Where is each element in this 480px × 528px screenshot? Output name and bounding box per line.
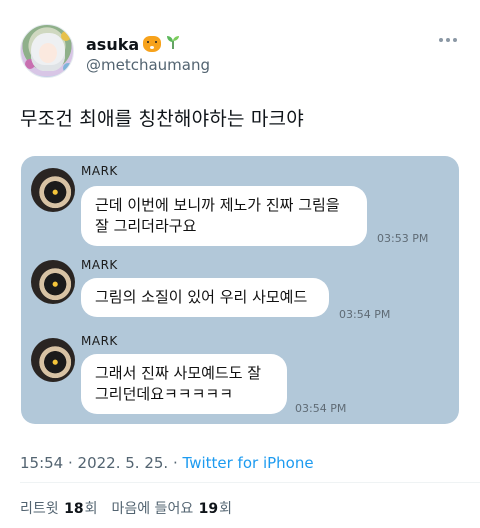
tweet-time[interactable]: 15:54 — [20, 454, 63, 472]
retweets-stat[interactable]: 리트윗 18회 — [20, 498, 97, 518]
message-time: 03:54 PM — [339, 308, 391, 321]
user-handle[interactable]: @metchaumang — [86, 56, 210, 74]
message-line: 그래서 진짜 사모예드도 잘 — [95, 364, 262, 382]
retweets-count: 18 — [64, 501, 84, 517]
message-line: 근데 이번에 보니까 제노가 진짜 그림을 — [95, 196, 340, 214]
avatar[interactable] — [20, 24, 74, 78]
divider — [20, 482, 480, 483]
more-options-icon[interactable] — [436, 32, 460, 48]
tweet-image[interactable]: MARK 근데 이번에 보니까 제노가 진짜 그림을 잘 그리더라구요 03:5… — [21, 156, 459, 424]
likes-unit: 회 — [219, 501, 233, 517]
sender-name: MARK — [81, 164, 118, 178]
message-bubble: 그래서 진짜 사모예드도 잘 그리던데요ㅋㅋㅋㅋㅋ — [81, 354, 287, 414]
tweet-source-link[interactable]: Twitter for iPhone — [183, 454, 314, 472]
likes-count: 19 — [198, 501, 219, 517]
sprout-icon — [165, 34, 181, 54]
sender-avatar — [31, 260, 75, 304]
sender-avatar — [31, 338, 75, 382]
message-line: 그리던데요ㅋㅋㅋㅋㅋ — [95, 385, 234, 403]
meta-separator: · — [63, 454, 78, 472]
message-bubble: 근데 이번에 보니까 제노가 진짜 그림을 잘 그리더라구요 — [81, 186, 367, 246]
sender-name: MARK — [81, 258, 118, 272]
meta-separator: · — [168, 454, 183, 472]
tweet-stats: 리트윗 18회 마음에 들어요 19회 — [20, 498, 232, 518]
message-time: 03:53 PM — [377, 232, 429, 245]
likes-stat[interactable]: 마음에 들어요 19회 — [111, 498, 232, 518]
message-time: 03:54 PM — [295, 402, 347, 415]
message-line: 그림의 소질이 있어 우리 사모예드 — [95, 288, 308, 306]
tiger-icon — [143, 36, 162, 52]
display-name-row[interactable]: asuka — [86, 34, 181, 54]
likes-label: 마음에 들어요 — [111, 501, 194, 517]
tweet-text: 무조건 최애를 칭찬해야하는 마크야 — [20, 108, 304, 130]
message-bubble: 그림의 소질이 있어 우리 사모예드 — [81, 278, 329, 317]
message-line: 잘 그리더라구요 — [95, 217, 197, 235]
retweets-unit: 회 — [84, 501, 98, 517]
tweet-header: asuka @metchaumang — [20, 24, 460, 80]
sender-avatar — [31, 168, 75, 212]
tweet-date[interactable]: 2022. 5. 25. — [78, 454, 169, 472]
sender-name: MARK — [81, 334, 118, 348]
display-name[interactable]: asuka — [86, 35, 139, 54]
retweets-label: 리트윗 — [20, 501, 59, 517]
tweet-meta: 15:54 · 2022. 5. 25. · Twitter for iPhon… — [20, 454, 314, 472]
